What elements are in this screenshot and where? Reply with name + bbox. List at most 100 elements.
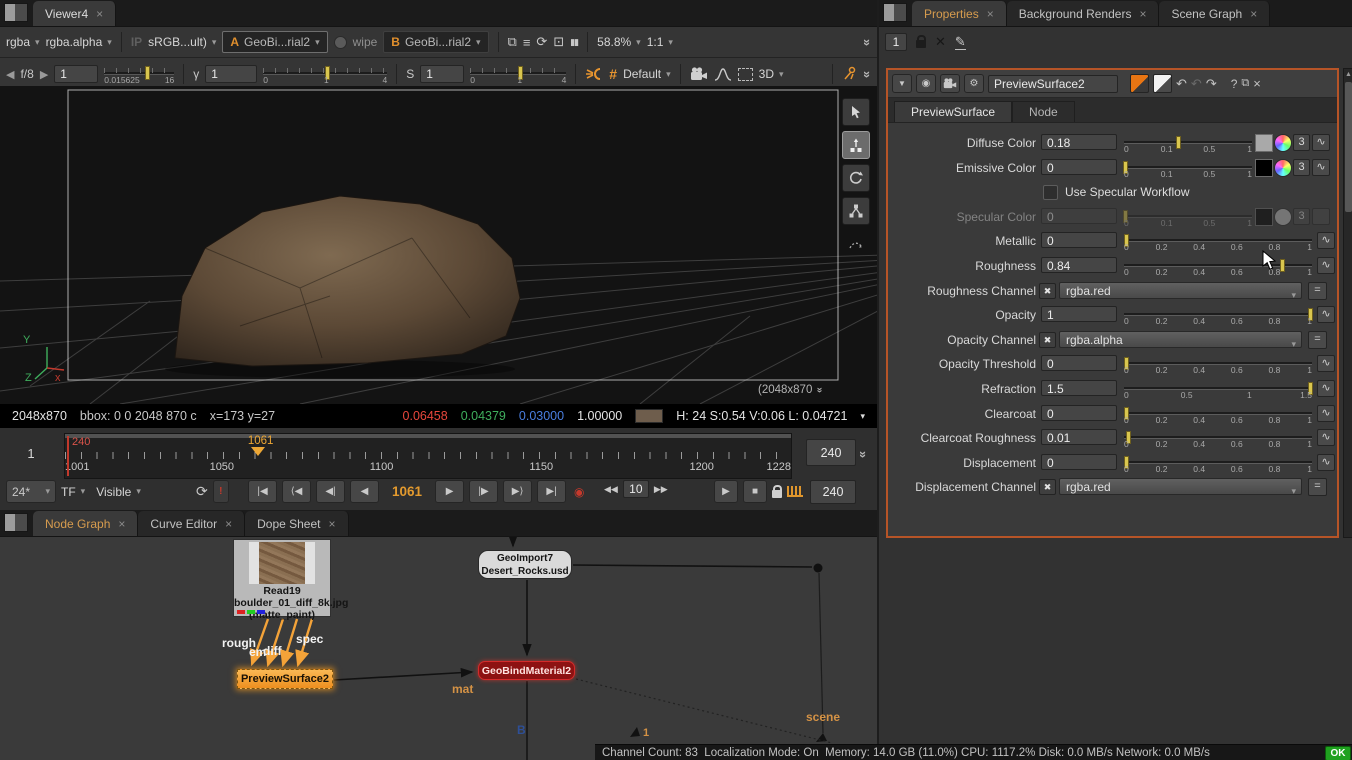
param-value-field[interactable]: 0: [1041, 405, 1117, 421]
channel-count-button[interactable]: 3: [1293, 159, 1310, 176]
gamma-slider[interactable]: 0 1 4: [263, 63, 387, 85]
gain-lamp-icon[interactable]: [585, 66, 603, 82]
close-icon[interactable]: ×: [96, 8, 103, 20]
panel-scrollbar[interactable]: ▲: [1343, 68, 1352, 538]
param-slider[interactable]: 00.20.40.60.81: [1124, 405, 1312, 424]
color-wheel-icon[interactable]: [1274, 159, 1292, 177]
clear-channel-button[interactable]: ✖: [1039, 332, 1056, 348]
view-mode-select[interactable]: 3D▾: [759, 67, 784, 81]
curve-button[interactable]: ∿: [1317, 306, 1335, 323]
param-value-field[interactable]: 0: [1041, 159, 1117, 175]
timeline-ruler[interactable]: 100110501100115012001228 240 1061: [64, 433, 792, 479]
range-filter-select[interactable]: Visible▾: [96, 485, 141, 499]
channel-select[interactable]: rgba.red▾: [1059, 478, 1302, 495]
scroll-up-icon[interactable]: ▲: [1345, 71, 1352, 78]
tab-curve-editor[interactable]: Curve Editor ×: [138, 511, 245, 536]
pane-menu-icon[interactable]: [4, 3, 28, 22]
color-swatch[interactable]: [1255, 134, 1273, 152]
max-panels-field[interactable]: 1: [885, 33, 907, 51]
scanline-icon[interactable]: ≡: [523, 35, 531, 50]
close-icon[interactable]: ×: [987, 8, 994, 20]
gain-field[interactable]: 1: [54, 65, 98, 83]
saturation-slider[interactable]: 0 1 4: [470, 63, 566, 85]
curve-button[interactable]: ∿: [1312, 159, 1330, 176]
param-value-field[interactable]: 0.84: [1041, 257, 1117, 273]
next-keyframe-button[interactable]: ▶⟩: [503, 480, 532, 503]
current-frame-field[interactable]: 1061: [392, 484, 422, 499]
frame-step-field[interactable]: 10: [623, 480, 649, 498]
param-slider[interactable]: 00.20.40.60.81: [1124, 306, 1312, 325]
param-slider[interactable]: 00.20.40.60.81: [1124, 454, 1312, 473]
step-back-button[interactable]: ◀|: [316, 480, 345, 503]
roi-icon[interactable]: ⊡: [553, 34, 564, 50]
curve-button[interactable]: ∿: [1317, 355, 1335, 372]
gain-prev-icon[interactable]: ◀: [6, 68, 14, 81]
param-value-field[interactable]: 1.5: [1041, 380, 1117, 396]
playhead-marker-icon[interactable]: [251, 447, 265, 456]
wireframe-grid-icon[interactable]: #: [609, 66, 617, 82]
input-a-select[interactable]: A GeoBi...rial2 ▾: [222, 31, 327, 53]
curve-button[interactable]: [1312, 208, 1330, 225]
color-swatch[interactable]: [1255, 208, 1273, 226]
param-value-field[interactable]: 0: [1041, 232, 1117, 248]
gain-next-icon[interactable]: ▶: [40, 68, 48, 81]
tab-node[interactable]: Node: [1012, 101, 1075, 122]
flipbook-button[interactable]: [940, 74, 960, 93]
input-b-select[interactable]: B GeoBi...rial2 ▾: [383, 31, 488, 53]
channel-count-button[interactable]: 3: [1293, 134, 1310, 151]
goto-end-button[interactable]: ▶|: [537, 480, 566, 503]
lock-panels-icon[interactable]: [916, 40, 926, 48]
input-process-button[interactable]: IP: [131, 35, 142, 49]
color-wheel-icon[interactable]: [1274, 134, 1292, 152]
node-previewsurface2[interactable]: PreviewSurface2: [237, 669, 333, 689]
alpha-channel-select[interactable]: rgba.alpha▾: [46, 35, 112, 49]
slider-handle[interactable]: [1280, 259, 1285, 272]
channel-select[interactable]: rgba.red▾: [1059, 282, 1302, 299]
param-value-field[interactable]: 1: [1041, 306, 1117, 322]
edit-icon[interactable]: ✎: [955, 34, 966, 50]
param-slider[interactable]: 00.20.40.60.81: [1124, 232, 1312, 251]
pointer-mode-icon[interactable]: [842, 66, 858, 82]
tab-dope-sheet[interactable]: Dope Sheet ×: [245, 511, 348, 536]
center-in-dag-button[interactable]: ◉: [916, 74, 936, 93]
curve-button[interactable]: ∿: [1317, 257, 1335, 274]
redo-icon[interactable]: ↷: [1206, 76, 1217, 92]
node-graph-canvas[interactable]: Read19 boulder_01_diff_8k.jpg (matte_pai…: [0, 537, 877, 760]
layer-select[interactable]: rgba▾: [6, 35, 40, 49]
param-value-field[interactable]: 0.01: [1041, 429, 1117, 445]
gate-display-icon[interactable]: [738, 68, 753, 81]
frame-range-icon[interactable]: [787, 486, 803, 497]
tab-background-renders[interactable]: Background Renders ×: [1007, 1, 1160, 26]
slider-handle[interactable]: [1176, 136, 1181, 149]
undo-icon[interactable]: ↶: [1176, 76, 1187, 92]
stop-button[interactable]: ■: [743, 480, 767, 503]
node-settings-button[interactable]: ⚙: [964, 74, 984, 93]
select-tool-button[interactable]: [842, 98, 870, 126]
loop-mode-icon[interactable]: ⟳: [196, 483, 208, 500]
translate-tool-button[interactable]: [842, 131, 870, 159]
tab-scene-graph[interactable]: Scene Graph ×: [1159, 1, 1270, 26]
param-slider[interactable]: 00.10.51: [1124, 159, 1252, 178]
color-wheel-icon[interactable]: [1274, 208, 1292, 226]
increment-step-icon[interactable]: ▶▶: [654, 484, 668, 495]
camera-icon[interactable]: [690, 67, 708, 81]
param-slider[interactable]: 00.511.5: [1124, 380, 1312, 399]
param-value-field[interactable]: 0: [1041, 454, 1117, 470]
node-geobindmaterial2[interactable]: GeoBindMaterial2: [478, 661, 575, 680]
prev-keyframe-button[interactable]: ⟨◀: [282, 480, 311, 503]
curve-button[interactable]: ∿: [1317, 405, 1335, 422]
param-slider[interactable]: 00.20.40.60.81: [1124, 257, 1312, 276]
range-end-field[interactable]: 240: [806, 439, 856, 466]
clear-channel-button[interactable]: ✖: [1039, 479, 1056, 495]
colorspace-select[interactable]: sRGB...ult)▾: [148, 35, 216, 49]
close-all-panels-icon[interactable]: ✕: [935, 34, 946, 50]
close-icon[interactable]: ×: [329, 518, 336, 530]
equals-button[interactable]: =: [1308, 282, 1327, 300]
zoom-select[interactable]: 58.8%▾: [597, 35, 641, 49]
tab-node-graph[interactable]: Node Graph ×: [33, 511, 138, 536]
frame-warning-button[interactable]: !: [213, 480, 229, 503]
float-panel-icon[interactable]: ⧉: [1241, 77, 1249, 90]
wipe-toggle[interactable]: [334, 36, 347, 49]
node-color-swatch[interactable]: [1130, 74, 1149, 93]
refresh-icon[interactable]: ⟳: [536, 34, 547, 50]
